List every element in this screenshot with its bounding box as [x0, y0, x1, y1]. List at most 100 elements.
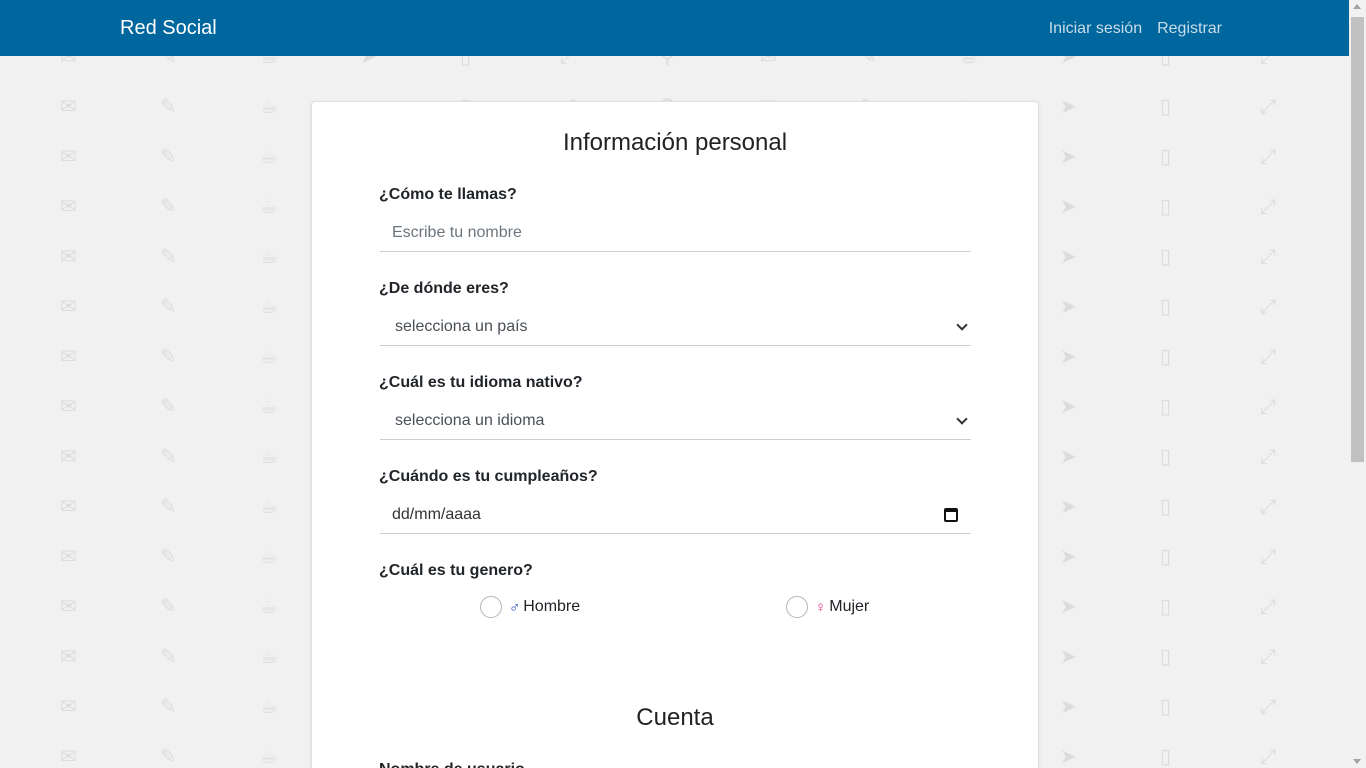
account-title: Cuenta — [636, 704, 714, 731]
background-pattern-icon: ✉ — [60, 694, 77, 718]
background-pattern-icon: ⤢ — [1260, 56, 1276, 68]
background-pattern-icon: ➤ — [1060, 144, 1077, 168]
background-pattern-icon: ☕ — [260, 644, 278, 668]
birthday-date-input[interactable]: dd/mm/aaaa — [380, 496, 971, 534]
background-pattern-icon: ☕ — [260, 94, 278, 118]
background-pattern-icon: ⤢ — [1260, 344, 1276, 368]
background-pattern-icon: ➤ — [1060, 194, 1077, 218]
male-symbol-icon: ♂ — [509, 598, 521, 616]
background-pattern-icon: ✉ — [60, 744, 77, 768]
background-pattern-icon: ✉ — [60, 244, 77, 268]
country-label: ¿De dónde eres? — [379, 280, 509, 297]
background-pattern-icon: ✉ — [760, 56, 777, 68]
language-select[interactable]: selecciona un idioma — [380, 402, 971, 440]
background-pattern-icon: ☕ — [260, 394, 278, 418]
background-pattern-icon: ⤢ — [1260, 594, 1276, 618]
calendar-icon[interactable] — [944, 508, 958, 522]
background-pattern-icon: ▯ — [1160, 644, 1172, 668]
background-pattern-icon: ✉ — [60, 394, 77, 418]
birthday-placeholder: dd/mm/aaaa — [392, 506, 481, 523]
background-pattern-icon: ✉ — [60, 144, 77, 168]
background-pattern-icon: ⚲ — [660, 56, 675, 68]
background-pattern-icon: ✎ — [160, 344, 177, 368]
background-pattern-icon: ⤢ — [1260, 644, 1276, 668]
background-pattern-icon: ✎ — [860, 56, 877, 68]
gender-label: ¿Cuál es tu genero? — [379, 562, 533, 579]
page-scrollbar[interactable] — [1349, 0, 1366, 768]
background-pattern-icon: ⤢ — [1260, 94, 1276, 118]
background-pattern-icon: ➤ — [1060, 544, 1077, 568]
background-pattern-icon: ➤ — [1060, 594, 1077, 618]
background-pattern-icon: ➤ — [1060, 694, 1077, 718]
background-pattern-icon: ☕ — [260, 244, 278, 268]
scroll-up-arrow-icon[interactable] — [1353, 4, 1361, 9]
background-pattern-icon: ▯ — [1160, 344, 1172, 368]
background-pattern-icon: ⤢ — [1260, 194, 1276, 218]
background-pattern-icon: ✎ — [160, 744, 177, 768]
background-pattern-icon: ✎ — [160, 644, 177, 668]
background-pattern-icon: ➤ — [1060, 744, 1077, 768]
background-pattern-icon: ▯ — [1160, 294, 1172, 318]
gender-option-male[interactable]: ♂ Hombre — [480, 596, 580, 618]
background-pattern-icon: ⤢ — [1260, 244, 1276, 268]
background-pattern-icon: ▯ — [1160, 144, 1172, 168]
nav-links: Iniciar sesión Registrar — [1049, 19, 1222, 39]
background-pattern-icon: ✎ — [160, 244, 177, 268]
background-pattern-icon: ☕ — [260, 744, 278, 768]
scroll-thumb[interactable] — [1351, 17, 1364, 462]
background-pattern-icon: ✉ — [60, 94, 77, 118]
personal-info-title: Información personal — [562, 129, 788, 156]
login-link[interactable]: Iniciar sesión — [1049, 19, 1142, 39]
background-pattern-icon: ☕ — [260, 194, 278, 218]
chevron-down-icon — [956, 413, 968, 425]
gender-option-female[interactable]: ♀ Mujer — [786, 596, 869, 618]
navbar: Red Social Iniciar sesión Registrar — [0, 0, 1349, 56]
background-pattern-icon: ☕ — [260, 56, 278, 68]
name-placeholder: Escribe tu nombre — [392, 224, 522, 241]
background-pattern-icon: ➤ — [1060, 56, 1077, 68]
background-pattern-icon: ➤ — [1060, 394, 1077, 418]
background-pattern-icon: ▯ — [1160, 56, 1172, 68]
birthday-label: ¿Cuándo es tu cumpleaños? — [379, 468, 598, 485]
background-pattern-icon: ⤢ — [1260, 294, 1276, 318]
background-pattern-icon: ▯ — [1160, 444, 1172, 468]
brand-link[interactable]: Red Social — [120, 16, 217, 40]
background-pattern-icon: ✉ — [60, 544, 77, 568]
background-pattern-icon: ☕ — [260, 694, 278, 718]
background-pattern-icon: ☕ — [260, 494, 278, 518]
background-pattern-icon: ✎ — [160, 544, 177, 568]
background-pattern-icon: ☕ — [260, 294, 278, 318]
background-pattern-icon: ☕ — [960, 56, 978, 68]
chevron-down-icon — [956, 319, 968, 331]
country-select[interactable]: selecciona un país — [380, 308, 971, 346]
background-pattern-icon: ▯ — [1160, 494, 1172, 518]
register-link[interactable]: Registrar — [1157, 19, 1222, 39]
male-radio[interactable] — [480, 596, 502, 618]
background-pattern-icon: ▯ — [1160, 544, 1172, 568]
background-pattern-icon: ✎ — [160, 594, 177, 618]
scroll-down-arrow-icon[interactable] — [1353, 759, 1361, 764]
female-radio[interactable] — [786, 596, 808, 618]
background-pattern-icon: ✎ — [160, 144, 177, 168]
name-input[interactable]: Escribe tu nombre — [380, 214, 971, 252]
background-pattern-icon: ⤢ — [1260, 144, 1276, 168]
female-symbol-icon: ♀ — [815, 598, 827, 616]
language-label: ¿Cuál es tu idioma nativo? — [379, 374, 583, 391]
background-pattern-icon: ✎ — [160, 94, 177, 118]
background-pattern-icon: ✉ — [60, 444, 77, 468]
background-pattern-icon: ✉ — [60, 56, 77, 68]
background-pattern-icon: ⤢ — [1260, 494, 1276, 518]
background-pattern-icon: ▯ — [1160, 394, 1172, 418]
background-pattern-icon: ✎ — [160, 394, 177, 418]
background-pattern-icon: ✎ — [160, 694, 177, 718]
background-pattern-icon: ▯ — [1160, 744, 1172, 768]
registration-card: Información personal ¿Cómo te llamas? Es… — [311, 101, 1039, 768]
background-pattern-icon: ▯ — [1160, 94, 1172, 118]
female-label: Mujer — [829, 598, 870, 615]
background-pattern-icon: ➤ — [1060, 244, 1077, 268]
background-pattern-icon: ✎ — [160, 444, 177, 468]
background-pattern-icon: ➤ — [1060, 644, 1077, 668]
background-pattern-icon: ▯ — [1160, 594, 1172, 618]
background-pattern-icon: ✎ — [160, 194, 177, 218]
background-pattern-icon: ✎ — [160, 494, 177, 518]
